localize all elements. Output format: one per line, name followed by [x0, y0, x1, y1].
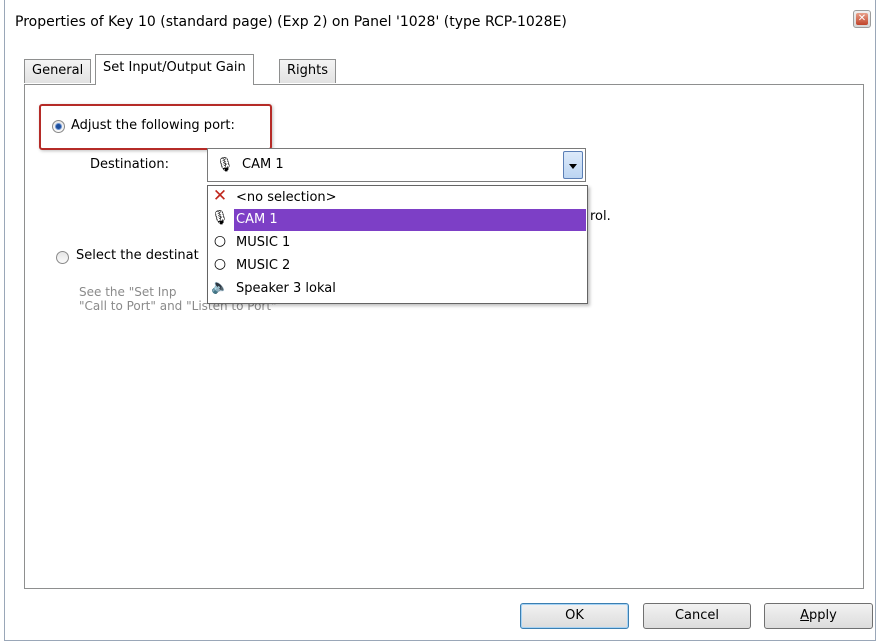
- selection-highlight: [234, 209, 586, 231]
- select-destination-label[interactable]: Select the destinat: [76, 248, 199, 263]
- tab-rights[interactable]: Rights: [279, 59, 337, 83]
- destination-combobox[interactable]: 🎙 CAM 1: [207, 148, 586, 182]
- dropdown-item-speaker-3-lokal[interactable]: 🔈 Speaker 3 lokal: [208, 278, 587, 300]
- destination-dropdown-list: ✕ <no selection> 🎙 CAM 1 ○ MUSIC 1 ○ MUS…: [207, 185, 588, 304]
- chevron-down-icon[interactable]: [563, 151, 583, 179]
- title-bar: Properties of Key 10 (standard page) (Ex…: [5, 0, 875, 46]
- dropdown-item-no-selection[interactable]: ✕ <no selection>: [208, 186, 587, 209]
- circle-icon: ○: [213, 256, 227, 272]
- window-title: Properties of Key 10 (standard page) (Ex…: [15, 14, 567, 30]
- destination-label: Destination:: [90, 157, 169, 172]
- circle-icon: ○: [213, 233, 227, 249]
- speaker-icon: 🔈: [211, 279, 229, 295]
- dropdown-item-label: MUSIC 1: [236, 235, 291, 250]
- x-icon: ✕: [212, 186, 228, 206]
- adjust-port-label[interactable]: Adjust the following port:: [71, 118, 235, 133]
- dropdown-item-label: CAM 1: [236, 212, 278, 227]
- tab-set-input-output-gain[interactable]: Set Input/Output Gain: [95, 54, 254, 85]
- dropdown-item-label: <no selection>: [236, 190, 337, 205]
- close-button[interactable]: ✕: [853, 10, 871, 28]
- microphone-icon: 🎙: [216, 157, 234, 173]
- dropdown-item-label: Speaker 3 lokal: [236, 281, 336, 296]
- apply-button[interactable]: Apply: [764, 603, 873, 629]
- ok-button[interactable]: OK: [520, 603, 629, 629]
- microphone-icon: 🎙: [211, 210, 229, 226]
- cancel-button[interactable]: Cancel: [643, 603, 751, 629]
- dropdown-item-cam-1[interactable]: 🎙 CAM 1: [208, 209, 587, 231]
- dropdown-item-label: MUSIC 2: [236, 258, 291, 273]
- tab-general[interactable]: General: [24, 59, 92, 83]
- dropdown-item-music-1[interactable]: ○ MUSIC 1: [208, 232, 587, 254]
- close-icon: ✕: [857, 13, 867, 24]
- apply-button-label: pply: [809, 608, 837, 623]
- truncated-description: rol.: [590, 209, 611, 224]
- adjust-port-radio[interactable]: [52, 120, 65, 133]
- destination-value: CAM 1: [242, 157, 284, 172]
- help-text-line1: See the "Set Inp: [79, 285, 177, 299]
- select-destination-radio[interactable]: [56, 251, 69, 264]
- dropdown-item-music-2[interactable]: ○ MUSIC 2: [208, 255, 587, 277]
- apply-mnemonic: A: [800, 608, 810, 623]
